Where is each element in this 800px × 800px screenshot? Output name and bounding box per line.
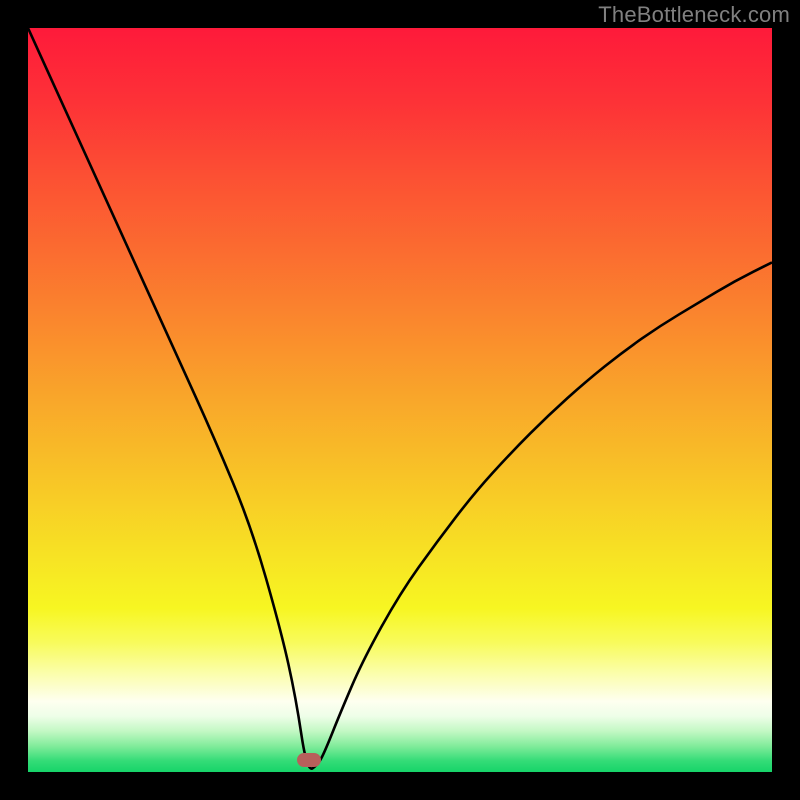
bottleneck-curve (28, 28, 772, 772)
chart-frame: TheBottleneck.com (0, 0, 800, 800)
optimal-point-marker (297, 753, 321, 767)
watermark-text: TheBottleneck.com (598, 2, 790, 28)
plot-area (28, 28, 772, 772)
